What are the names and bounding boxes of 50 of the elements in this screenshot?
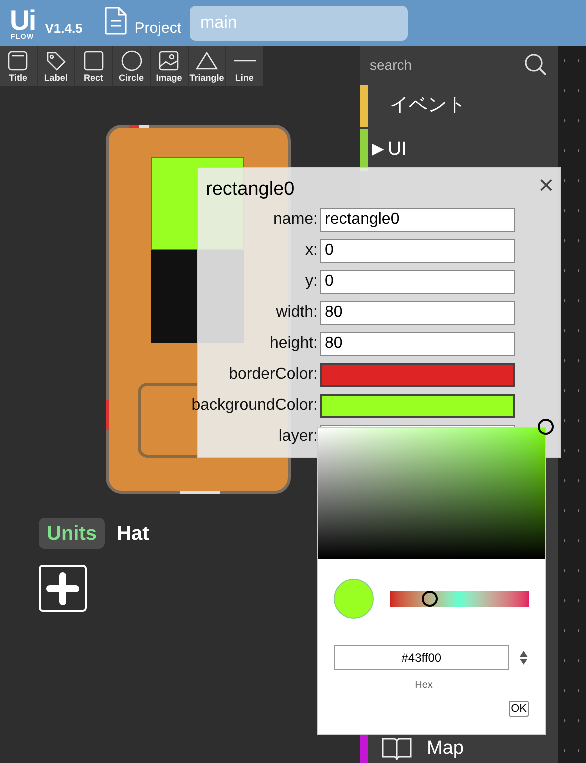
text-field[interactable]: 80 <box>320 332 515 356</box>
color-swatch <box>334 579 374 619</box>
rect-tool-icon <box>82 48 106 72</box>
tool-button[interactable]: Label <box>38 46 76 86</box>
hex-field[interactable]: #43ff00 <box>334 645 510 670</box>
tool-button[interactable]: Title <box>0 46 38 86</box>
line-tool-icon <box>234 60 256 62</box>
ok-button[interactable]: OK <box>509 701 529 717</box>
category-item[interactable]: Map <box>360 735 558 763</box>
hue-slider[interactable] <box>390 591 529 607</box>
plus-icon <box>46 572 80 606</box>
version-label: V1.4.5 <box>45 20 83 38</box>
unit-tab[interactable]: Hat <box>109 518 158 549</box>
search-field[interactable]: search <box>370 54 524 76</box>
spinner-icon[interactable] <box>519 650 529 666</box>
unit-tab[interactable]: Units <box>39 518 105 549</box>
tool-button[interactable]: Image <box>150 46 189 86</box>
book-icon <box>382 736 412 762</box>
color-field[interactable] <box>320 394 515 418</box>
hex-label: Hex <box>414 679 434 693</box>
close-button[interactable]: × <box>538 170 554 200</box>
hue-thumb[interactable] <box>422 591 438 607</box>
category-item[interactable]: イベント <box>360 84 558 128</box>
field-label: layer: <box>278 426 318 446</box>
category-item[interactable]: ▶ UI <box>360 128 558 172</box>
search-icon <box>524 53 548 77</box>
tool-button[interactable]: Line <box>226 46 264 86</box>
saturation-thumb[interactable] <box>538 419 554 435</box>
text-field[interactable]: 80 <box>320 300 515 324</box>
text-field[interactable]: 0 <box>320 270 515 294</box>
field-label: width: <box>276 302 318 322</box>
title-tool-icon <box>6 48 30 72</box>
field-label: x: <box>306 240 318 260</box>
circle-tool-icon <box>120 48 144 72</box>
text-field[interactable]: 0 <box>320 238 515 262</box>
saturation-area[interactable] <box>318 428 545 559</box>
field-label: height: <box>270 334 318 354</box>
color-field[interactable] <box>320 362 515 386</box>
field-label: name: <box>274 210 318 230</box>
field-label: y: <box>306 272 318 292</box>
field-label: borderColor: <box>229 364 318 384</box>
text-field[interactable]: rectangle0 <box>320 208 515 232</box>
logo-text: Ui <box>10 8 36 34</box>
tool-button[interactable]: Rect <box>75 46 114 86</box>
tool-button[interactable]: Circle <box>113 46 151 86</box>
add-button[interactable] <box>39 565 87 612</box>
image-tool-icon <box>157 48 182 72</box>
document-icon <box>104 7 127 35</box>
dialog-title: rectangle0 <box>206 178 295 202</box>
tool-button[interactable]: Triangle <box>188 46 226 86</box>
